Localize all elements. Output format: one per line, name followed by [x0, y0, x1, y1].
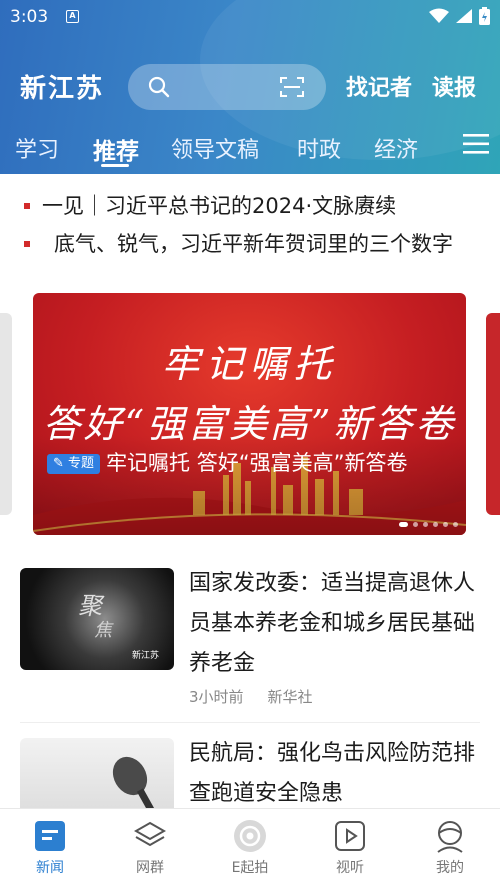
tab-economy[interactable]: 经济	[374, 132, 418, 164]
tab-leader-articles[interactable]: 领导文稿	[171, 132, 259, 164]
status-bar: 3:03 A	[0, 0, 500, 34]
banner-calligraphy-line1: 牢记嘱托	[161, 342, 338, 386]
profile-icon	[437, 821, 463, 853]
featured-banner[interactable]: 牢记嘱托 答好“强富美高”新答卷 ✎ 专题 牢记嘱托 答好“强富美高”新答卷	[33, 293, 466, 535]
news-title: 民航局：强化鸟击风险防范排查跑道安全隐患	[189, 741, 476, 806]
app-logo: 新江苏	[20, 74, 105, 104]
status-icons	[429, 7, 490, 25]
wifi-icon	[429, 8, 449, 23]
scan-icon[interactable]	[280, 76, 304, 98]
news-title: 国家发改委：适当提高退休人员基本养老金和城乡居民基础养老金	[189, 571, 476, 676]
status-time: 3:03	[10, 7, 49, 27]
headline-text: 一见｜习近平总书记的2024·文脉赓续	[42, 194, 397, 218]
news-time: 3小时前	[189, 688, 244, 706]
banner-caption-text: 牢记嘱托 答好“强富美高”新答卷	[106, 451, 408, 475]
carousel-dot	[433, 522, 438, 527]
play-icon	[335, 821, 365, 851]
carousel-next-slide[interactable]	[486, 313, 500, 515]
nav-audio-video[interactable]: 视听	[310, 817, 390, 877]
carousel-dot	[453, 522, 458, 527]
camera-lens-icon	[234, 820, 266, 852]
tab-politics[interactable]: 时政	[297, 132, 341, 164]
headline-text: 底气、锐气，习近平新年贺词里的三个数字	[54, 232, 453, 256]
nav-e-shoot[interactable]: E起拍	[210, 817, 290, 877]
find-reporter-button[interactable]: 找记者	[346, 70, 412, 102]
nav-label: 新闻	[36, 860, 64, 876]
carousel-prev-slide[interactable]	[0, 313, 12, 515]
headline-list: 一见｜习近平总书记的2024·文脉赓续 底气、锐气，习近平新年贺词里的三个数字	[0, 186, 500, 262]
headline-item[interactable]: 底气、锐气，习近平新年贺词里的三个数字	[0, 224, 500, 262]
news-source: 新华社	[267, 688, 313, 706]
nav-label: E起拍	[231, 860, 269, 876]
topic-badge-label: 专题	[68, 456, 95, 471]
carousel-dot	[443, 522, 448, 527]
thumbnail-logo: 新江苏	[132, 651, 160, 661]
search-icon	[148, 76, 170, 98]
tab-study[interactable]: 学习	[15, 132, 59, 164]
divider	[20, 722, 480, 723]
edit-icon: ✎	[53, 456, 64, 471]
category-tabs: 学习 推荐 领导文稿 时政 经济	[0, 128, 500, 168]
bottom-navigation: 新闻 网群 E起拍 视听 我的	[0, 808, 500, 888]
signal-icon	[456, 9, 472, 23]
tab-recommend[interactable]: 推荐	[93, 132, 139, 166]
read-newspaper-button[interactable]: 读报	[432, 70, 476, 102]
nav-label: 视听	[336, 860, 364, 876]
headline-item[interactable]: 一见｜习近平总书记的2024·文脉赓续	[0, 186, 500, 224]
banner-caption: ✎ 专题 牢记嘱托 答好“强富美高”新答卷	[47, 449, 457, 477]
carousel-dot	[413, 522, 418, 527]
news-meta: 3小时前 新华社	[189, 686, 313, 707]
bullet-icon	[24, 241, 30, 247]
carousel-dot	[423, 522, 428, 527]
menu-icon[interactable]	[463, 133, 489, 155]
battery-icon	[479, 7, 490, 25]
carousel-indicator	[399, 522, 458, 527]
topic-badge: ✎ 专题	[47, 454, 101, 474]
bullet-icon	[24, 203, 30, 209]
search-input[interactable]	[128, 64, 326, 110]
nav-network-group[interactable]: 网群	[110, 817, 190, 877]
app-header: 3:03 A 新江苏 找记者 读报 学习 推荐 领导文稿 时政 经济	[0, 0, 500, 174]
nav-label: 网群	[136, 860, 164, 876]
news-icon	[35, 821, 65, 851]
news-thumbnail: 聚 焦 新江苏	[20, 568, 174, 670]
notification-icon: A	[66, 10, 79, 23]
active-tab-indicator	[101, 164, 129, 167]
carousel-dot	[399, 522, 408, 527]
thumbnail-text: 焦	[94, 620, 112, 641]
nav-label: 我的	[436, 860, 464, 876]
nav-news[interactable]: 新闻	[10, 817, 90, 877]
nav-profile[interactable]: 我的	[410, 817, 490, 877]
layers-icon	[133, 821, 167, 847]
